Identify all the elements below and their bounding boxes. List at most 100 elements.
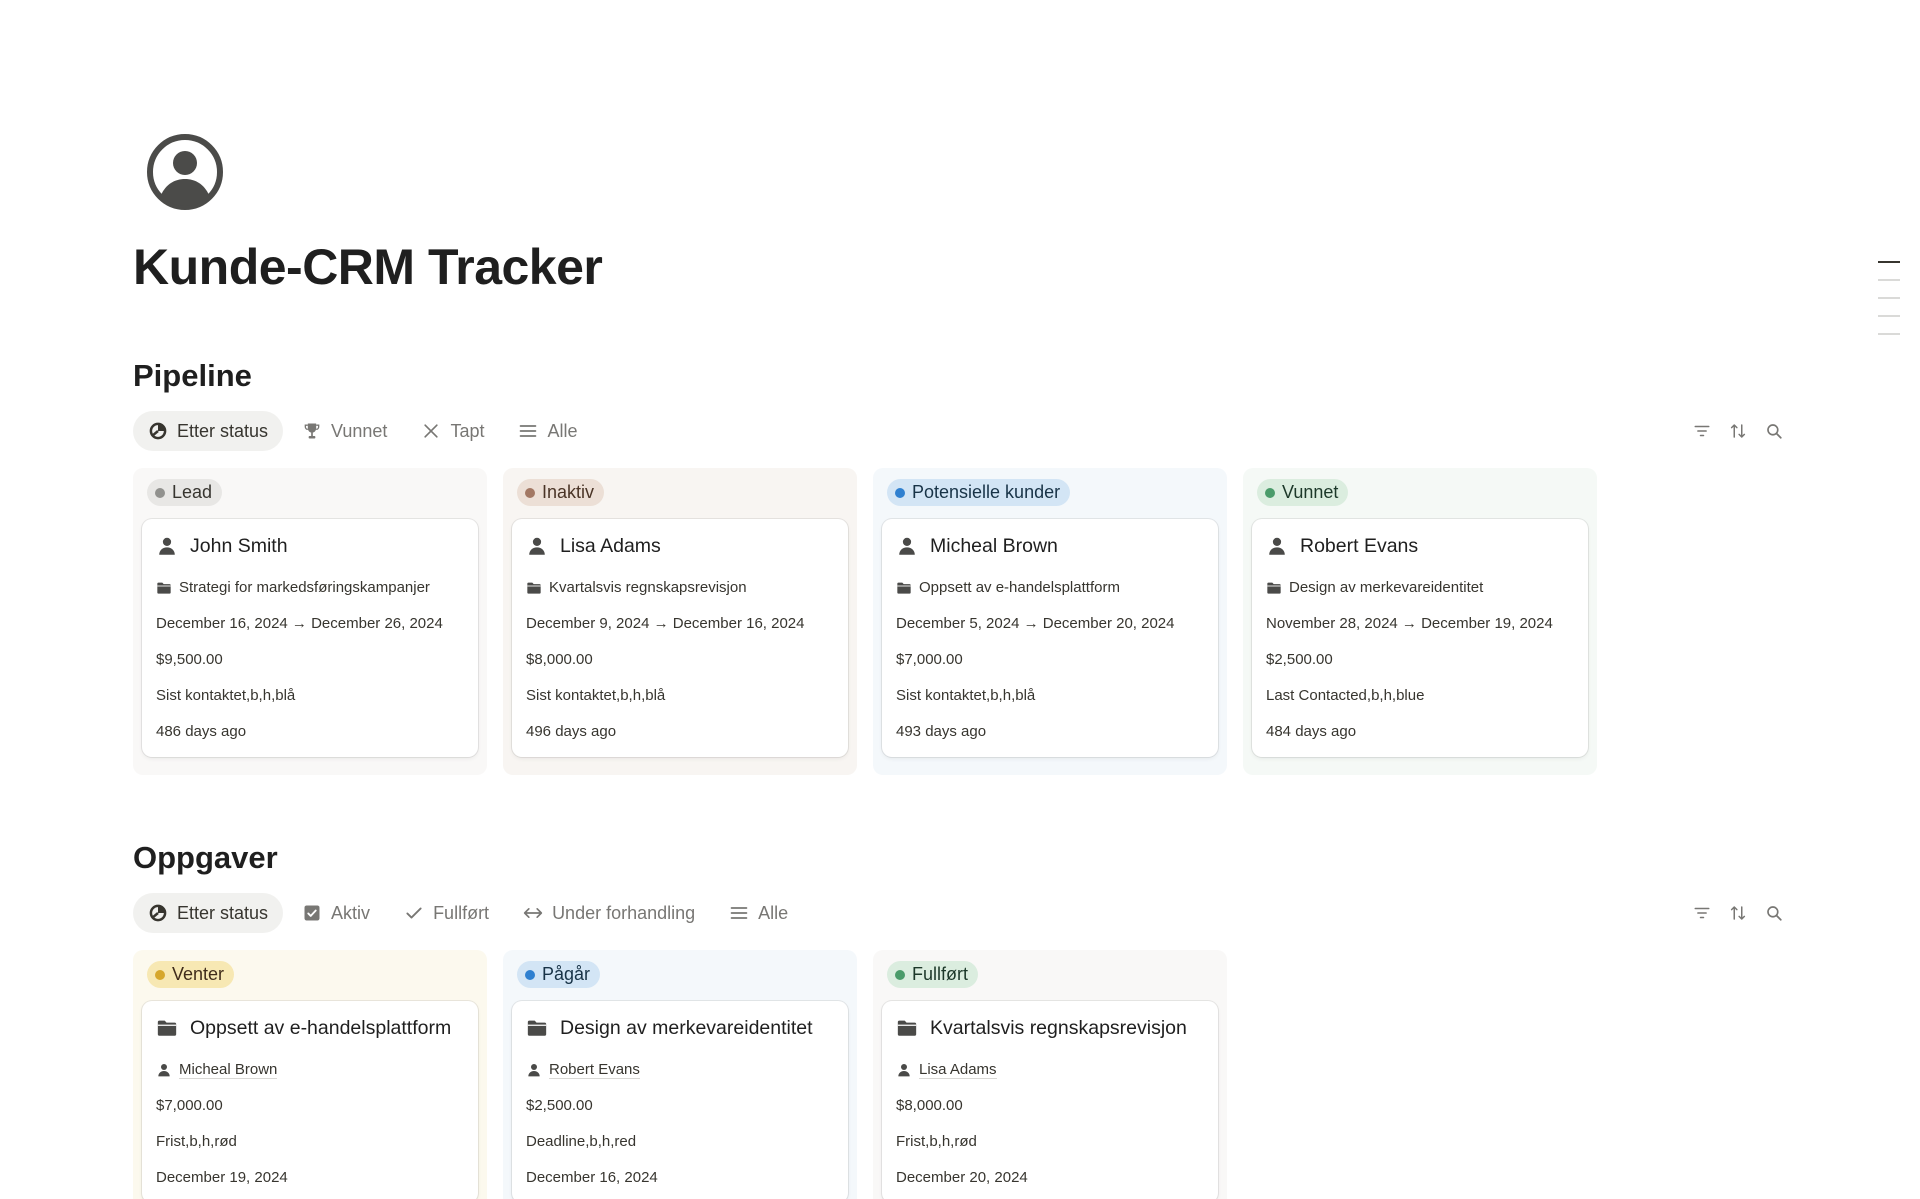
tab-under-forhandling[interactable]: Under forhandling <box>508 893 710 933</box>
outline-mark[interactable] <box>1878 261 1900 263</box>
board-column-inaktiv: Inaktiv Lisa Adams Kvartalsvis regnskaps… <box>503 468 857 775</box>
search-icon[interactable] <box>1765 904 1783 922</box>
check-icon <box>404 903 424 923</box>
tab-aktiv[interactable]: Aktiv <box>287 893 385 933</box>
pipeline-view-tabs: Etter status Vunnet Tapt Alle <box>133 411 592 451</box>
date-range: December 9, 2024 → December 16, 2024 <box>526 615 805 632</box>
folder-icon <box>896 1017 918 1039</box>
tab-label: Etter status <box>177 902 269 923</box>
date-range: December 5, 2024 → December 20, 2024 <box>896 615 1175 632</box>
search-icon[interactable] <box>1765 422 1783 440</box>
task-card[interactable]: Design av merkevareidentitet Robert Evan… <box>512 1001 848 1199</box>
filter-icon[interactable] <box>1693 904 1711 922</box>
outline-mark[interactable] <box>1878 333 1900 335</box>
tab-label: Alle <box>547 420 578 441</box>
tasks-heading: Oppgaver <box>133 840 278 875</box>
tab-label: Alle <box>758 902 789 923</box>
task-card[interactable]: Oppsett av e-handelsplattform Micheal Br… <box>142 1001 478 1199</box>
list-icon <box>729 903 749 923</box>
folder-icon <box>526 1017 548 1039</box>
tab-alle[interactable]: Alle <box>714 893 803 933</box>
tab-alle[interactable]: Alle <box>503 411 592 451</box>
date-range: November 28, 2024 → December 19, 2024 <box>1266 615 1553 632</box>
board-column-lead: Lead John Smith Strategi for markedsføri… <box>133 468 487 775</box>
due-date: December 20, 2024 <box>896 1169 1028 1186</box>
person-icon <box>896 535 918 557</box>
board-column-venter: Venter Oppsett av e-handelsplattform Mic… <box>133 950 487 1199</box>
folder-icon <box>156 1017 178 1039</box>
sort-icon[interactable] <box>1729 422 1747 440</box>
trophy-icon <box>302 421 322 441</box>
arrows-icon <box>523 903 543 923</box>
person-icon <box>156 1062 172 1078</box>
outline-mark[interactable] <box>1878 279 1900 281</box>
pipeline-heading: Pipeline <box>133 358 252 393</box>
folder-icon <box>526 580 542 596</box>
pipeline-board: Lead John Smith Strategi for markedsføri… <box>133 468 1597 775</box>
status-badge[interactable]: Venter <box>147 961 235 988</box>
deal-value: $8,000.00 <box>896 1097 963 1114</box>
list-icon <box>518 421 538 441</box>
client-card[interactable]: Lisa Adams Kvartalsvis regnskapsrevisjon… <box>512 519 848 757</box>
tab-label: Fullført <box>433 902 490 923</box>
days-ago: 484 days ago <box>1266 723 1357 740</box>
deal-value: $7,000.00 <box>896 651 963 668</box>
user-circle-icon[interactable] <box>145 132 225 212</box>
date-range: December 16, 2024 → December 26, 2024 <box>156 615 443 632</box>
tab-etter-status[interactable]: Etter status <box>133 893 284 933</box>
tasks-board: Venter Oppsett av e-handelsplattform Mic… <box>133 950 1227 1199</box>
tab-label: Under forhandling <box>552 902 696 923</box>
task-name: Kvartalsvis regnskapsrevisjon <box>930 1016 1187 1039</box>
board-column-potensielle-kunder: Potensielle kunder Micheal Brown Oppsett… <box>873 468 1227 775</box>
status-badge[interactable]: Potensielle kunder <box>887 479 1071 506</box>
filter-icon[interactable] <box>1693 422 1711 440</box>
client-card[interactable]: John Smith Strategi for markedsføringska… <box>142 519 478 757</box>
board-column-pagar: Pågår Design av merkevareidentitet Rober… <box>503 950 857 1199</box>
pipeline-toolbar <box>1681 411 1783 451</box>
folder-icon <box>896 580 912 596</box>
status-icon <box>148 421 168 441</box>
client-link[interactable]: Micheal Brown <box>179 1061 278 1079</box>
tab-fullfort[interactable]: Fullført <box>389 893 504 933</box>
project-name: Design av merkevareidentitet <box>1289 579 1484 596</box>
sort-icon[interactable] <box>1729 904 1747 922</box>
client-card[interactable]: Robert Evans Design av merkevareidentite… <box>1252 519 1588 757</box>
tab-etter-status[interactable]: Etter status <box>133 411 284 451</box>
status-badge[interactable]: Vunnet <box>1257 479 1349 506</box>
person-icon <box>526 1062 542 1078</box>
client-link[interactable]: Lisa Adams <box>919 1061 997 1079</box>
due-date: December 16, 2024 <box>526 1169 658 1186</box>
days-ago: 493 days ago <box>896 723 987 740</box>
tasks-toolbar <box>1681 893 1783 933</box>
task-card[interactable]: Kvartalsvis regnskapsrevisjon Lisa Adams… <box>882 1001 1218 1199</box>
deal-value: $9,500.00 <box>156 651 223 668</box>
deal-value: $7,000.00 <box>156 1097 223 1114</box>
days-ago: 486 days ago <box>156 723 247 740</box>
status-badge[interactable]: Lead <box>147 479 223 506</box>
person-icon <box>156 535 178 557</box>
deal-value: $8,000.00 <box>526 651 593 668</box>
tab-label: Tapt <box>450 420 485 441</box>
tab-label: Vunnet <box>331 420 388 441</box>
table-of-contents-outline[interactable] <box>1878 261 1900 351</box>
client-link[interactable]: Robert Evans <box>549 1061 640 1079</box>
status-badge[interactable]: Inaktiv <box>517 479 605 506</box>
outline-mark[interactable] <box>1878 297 1900 299</box>
folder-icon <box>1266 580 1282 596</box>
last-contacted: Last Contacted,b,h,blue <box>1266 687 1425 704</box>
tasks-view-tabs: Etter status Aktiv Fullført Under forhan… <box>133 893 803 933</box>
tab-vunnet[interactable]: Vunnet <box>287 411 402 451</box>
status-badge[interactable]: Fullført <box>887 961 978 988</box>
days-ago: 496 days ago <box>526 723 617 740</box>
checkbox-icon <box>302 903 322 923</box>
board-column-vunnet: Vunnet Robert Evans Design av merkevarei… <box>1243 468 1597 775</box>
project-name: Kvartalsvis regnskapsrevisjon <box>549 579 747 596</box>
outline-mark[interactable] <box>1878 315 1900 317</box>
deal-value: $2,500.00 <box>526 1097 593 1114</box>
client-card[interactable]: Micheal Brown Oppsett av e-handelsplattf… <box>882 519 1218 757</box>
status-badge[interactable]: Pågår <box>517 961 601 988</box>
tab-tapt[interactable]: Tapt <box>406 411 499 451</box>
deadline-label: Frist,b,h,rød <box>156 1133 237 1150</box>
person-icon <box>1266 535 1288 557</box>
client-name: Lisa Adams <box>560 534 661 557</box>
